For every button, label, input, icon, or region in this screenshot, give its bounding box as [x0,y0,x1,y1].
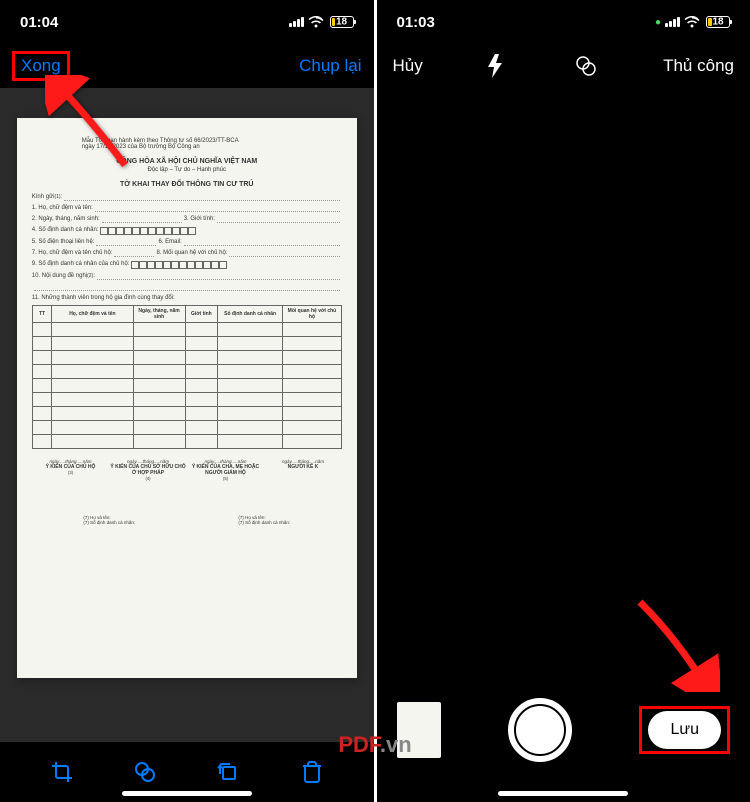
camera-bottom-controls: Lưu [377,690,750,770]
table-row [32,421,341,435]
status-time: 01:03 [397,14,435,31]
table-row [32,323,341,337]
status-bar: 01:04 18 [0,0,374,44]
doc-field-4: 4. Số định danh cá nhân: [32,227,342,235]
table-row [32,337,341,351]
rotate-icon[interactable] [216,760,240,784]
crop-icon[interactable] [50,760,74,784]
filter-circles-icon[interactable] [574,54,598,78]
doc-field-11: 11. Những thành viên trong hộ gia đình c… [32,295,342,301]
doc-field-10b [32,284,342,291]
doc-meta: Mẫu T01 ban hành kèm theo Thông tư số 66… [82,138,342,150]
status-bar: 01:03 ● 18 [377,0,750,44]
home-indicator[interactable] [498,791,628,796]
doc-field-1: 1. Họ, chữ đệm và tên: [32,205,342,212]
doc-greeting: Kính gửi(1): [32,194,342,201]
cellular-signal-icon [665,17,680,27]
done-button[interactable]: Xong [12,51,70,81]
shutter-button[interactable] [508,698,572,762]
table-row [32,351,341,365]
doc-field-9: 9. Số định danh cá nhân của chủ hộ: [32,261,342,269]
retake-button[interactable]: Chụp lại [299,56,361,76]
table-row [32,435,341,449]
status-indicators: ● 18 [655,16,730,28]
doc-field-7-8: 7. Họ, chữ đệm và tên chủ hộ:8. Mối quan… [32,250,342,257]
doc-field-10: 10. Nội dung đề nghị(2): [32,273,342,280]
table-row [32,365,341,379]
status-indicators: 18 [289,16,354,28]
wifi-icon [308,16,324,28]
save-button-highlight: Lưu [639,706,730,754]
table-row [32,379,341,393]
watermark: PDF.vn [338,732,411,758]
manual-button[interactable]: Thủ công [663,56,734,76]
doc-motto: Độc lập – Tự do – Hạnh phúc [32,167,342,173]
left-phone-screen: 01:04 18 Xong Chụp lại Mẫu T01 ban hành … [0,0,374,802]
flash-icon[interactable] [488,54,508,78]
location-icon: ● [655,17,661,28]
doc-form-title: TỜ KHAI THAY ĐỔI THÔNG TIN CƯ TRÚ [32,181,342,188]
cancel-button[interactable]: Hủy [393,56,423,76]
delete-icon[interactable] [300,760,324,784]
right-phone-screen: 01:03 ● 18 Hủy Thủ công [377,0,750,802]
wifi-icon [684,16,700,28]
camera-top-controls: Hủy Thủ công [377,44,750,88]
save-button[interactable]: Lưu [648,711,721,749]
doc-field-2-3: 2. Ngày, tháng, năm sinh:3. Giới tính: [32,216,342,223]
filter-icon[interactable] [133,760,157,784]
battery-indicator: 18 [704,16,730,28]
doc-republic-title: CỘNG HÒA XÃ HỘI CHỦ NGHĨA VIỆT NAM [32,158,342,165]
doc-signatures: ngày.....tháng.....nămÝ KIẾN CỦA CHỦ HỘ(… [32,459,342,485]
scanned-document: Mẫu T01 ban hành kèm theo Thông tư số 66… [17,118,357,678]
nav-bar: Xong Chụp lại [0,44,374,88]
doc-members-table: TT Họ, chữ đệm và tên Ngày, tháng, năm s… [32,305,342,449]
status-time: 01:04 [20,14,58,31]
camera-viewfinder: Hủy Thủ công Lưu [377,44,750,802]
cellular-signal-icon [289,17,304,27]
doc-field-5-6: 5. Số điện thoại liên hệ:6. Email: [32,239,342,246]
home-indicator[interactable] [122,791,252,796]
battery-indicator: 18 [328,16,354,28]
document-preview-area: Mẫu T01 ban hành kèm theo Thông tư số 66… [0,88,374,742]
table-row [32,393,341,407]
table-row [32,407,341,421]
doc-footer: (7) Họ và tên:(7) Số định danh cá nhân: … [32,515,342,525]
